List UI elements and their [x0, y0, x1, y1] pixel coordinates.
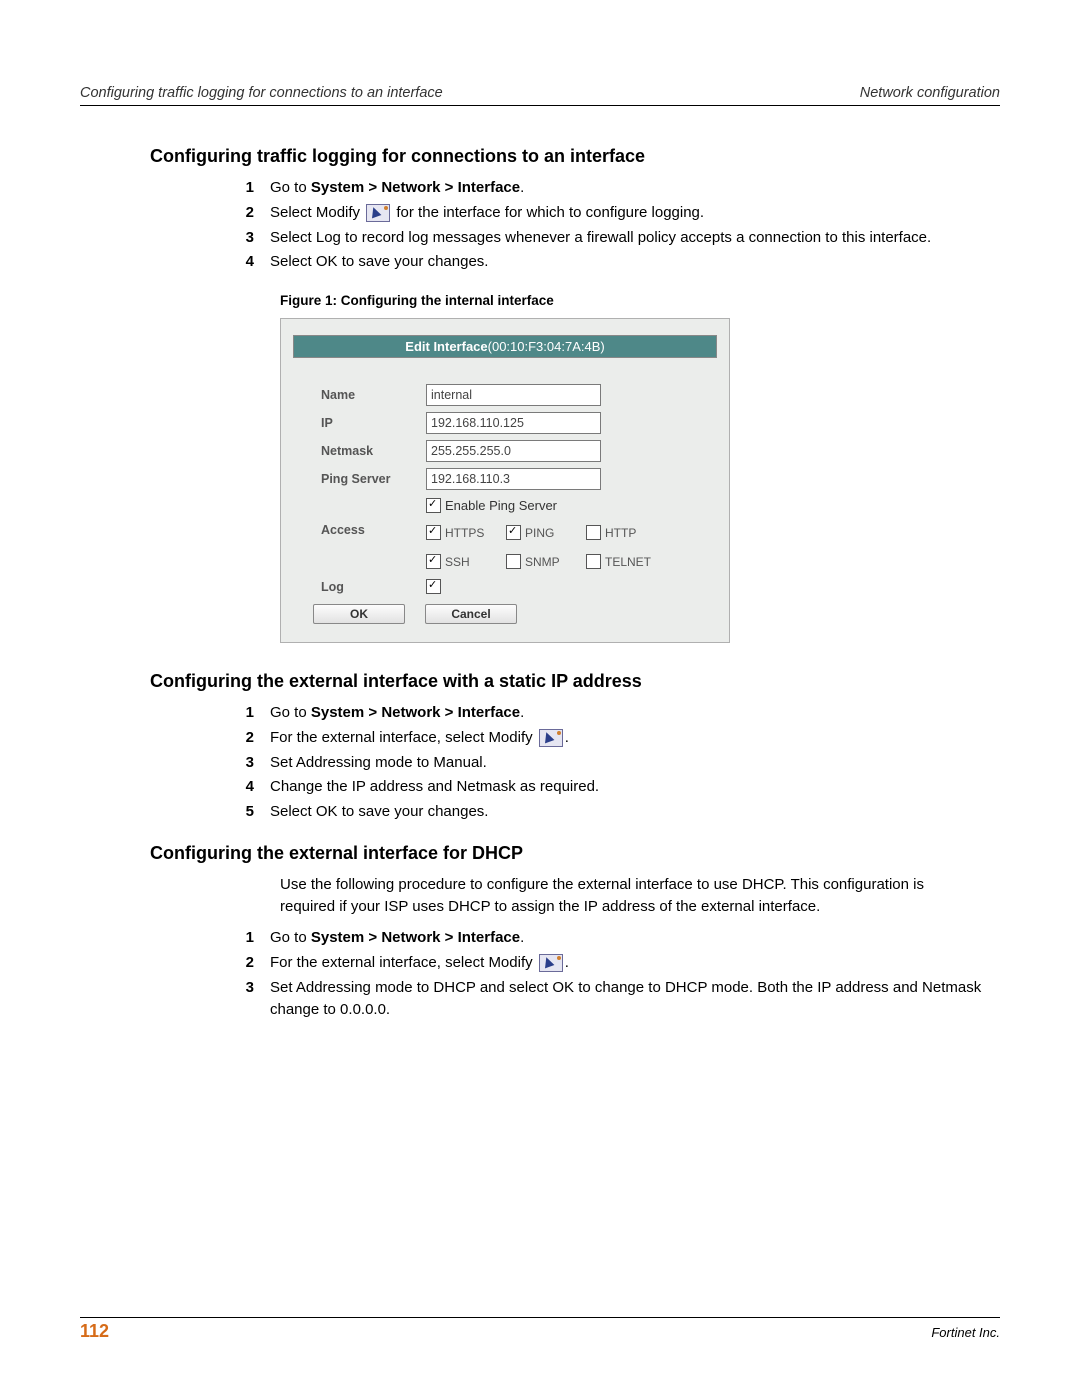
running-header: Configuring traffic logging for connecti…	[80, 85, 1000, 106]
header-left: Configuring traffic logging for connecti…	[80, 85, 443, 101]
section3-intro: Use the following procedure to configure…	[280, 874, 1000, 918]
page-number: 112	[80, 1321, 109, 1342]
modify-icon	[539, 954, 563, 972]
enable-ping-checkbox[interactable]	[426, 498, 441, 513]
figure-caption: Figure 1: Configuring the internal inter…	[280, 293, 1000, 308]
snmp-checkbox[interactable]	[506, 554, 521, 569]
step-number: 3	[80, 977, 270, 1021]
ping-server-label: Ping Server	[321, 472, 426, 486]
ssh-checkbox[interactable]	[426, 554, 441, 569]
cancel-button[interactable]: Cancel	[425, 604, 517, 624]
step-text: Select Log to record log messages whenev…	[270, 227, 1000, 249]
section-title-3: Configuring the external interface for D…	[150, 843, 1000, 864]
step-number: 4	[80, 776, 270, 798]
ssh-label: SSH	[445, 555, 470, 569]
step-text: Go to System > Network > Interface.	[270, 702, 1000, 724]
telnet-checkbox[interactable]	[586, 554, 601, 569]
step-number: 4	[80, 251, 270, 273]
company-name: Fortinet Inc.	[931, 1325, 1000, 1340]
step-number: 2	[80, 727, 270, 749]
step-text: Select OK to save your changes.	[270, 251, 1000, 273]
ok-button[interactable]: OK	[313, 604, 405, 624]
step-text: Go to System > Network > Interface.	[270, 927, 1000, 949]
netmask-label: Netmask	[321, 444, 426, 458]
log-checkbox[interactable]	[426, 579, 441, 594]
step-text: Change the IP address and Netmask as req…	[270, 776, 1000, 798]
step-text: Select Modify for the interface for whic…	[270, 202, 1000, 224]
dialog-title-bar: Edit Interface(00:10:F3:04:7A:4B)	[293, 335, 717, 358]
https-label: HTTPS	[445, 526, 484, 540]
name-label: Name	[321, 388, 426, 402]
http-label: HTTP	[605, 526, 636, 540]
ping-server-input[interactable]	[426, 468, 601, 490]
step-number: 5	[80, 801, 270, 823]
header-right: Network configuration	[860, 85, 1000, 101]
steps-list-1: 1Go to System > Network > Interface.2Sel…	[80, 177, 1000, 273]
https-checkbox[interactable]	[426, 525, 441, 540]
dialog-title: Edit Interface	[405, 339, 487, 354]
step-text: For the external interface, select Modif…	[270, 952, 1000, 974]
step-number: 3	[80, 752, 270, 774]
http-checkbox[interactable]	[586, 525, 601, 540]
ping-label: PING	[525, 526, 554, 540]
step-number: 1	[80, 927, 270, 949]
section-title-2: Configuring the external interface with …	[150, 671, 1000, 692]
ip-input[interactable]	[426, 412, 601, 434]
step-number: 1	[80, 702, 270, 724]
step-text: Go to System > Network > Interface.	[270, 177, 1000, 199]
enable-ping-label: Enable Ping Server	[445, 498, 557, 513]
step-text: Set Addressing mode to Manual.	[270, 752, 1000, 774]
step-number: 2	[80, 202, 270, 224]
step-number: 1	[80, 177, 270, 199]
step-text: For the external interface, select Modif…	[270, 727, 1000, 749]
telnet-label: TELNET	[605, 555, 651, 569]
steps-list-2: 1Go to System > Network > Interface.2For…	[80, 702, 1000, 823]
access-label: Access	[321, 523, 426, 537]
log-label: Log	[321, 580, 426, 594]
modify-icon	[539, 729, 563, 747]
netmask-input[interactable]	[426, 440, 601, 462]
step-text: Set Addressing mode to DHCP and select O…	[270, 977, 1000, 1021]
section-title-1: Configuring traffic logging for connecti…	[150, 146, 1000, 167]
step-number: 2	[80, 952, 270, 974]
step-number: 3	[80, 227, 270, 249]
steps-list-3: 1Go to System > Network > Interface.2For…	[80, 927, 1000, 1020]
snmp-label: SNMP	[525, 555, 560, 569]
screenshot-figure: Edit Interface(00:10:F3:04:7A:4B) Name I…	[280, 318, 730, 643]
ip-label: IP	[321, 416, 426, 430]
modify-icon	[366, 204, 390, 222]
step-text: Select OK to save your changes.	[270, 801, 1000, 823]
name-input[interactable]	[426, 384, 601, 406]
dialog-mac: (00:10:F3:04:7A:4B)	[488, 339, 605, 354]
ping-checkbox[interactable]	[506, 525, 521, 540]
